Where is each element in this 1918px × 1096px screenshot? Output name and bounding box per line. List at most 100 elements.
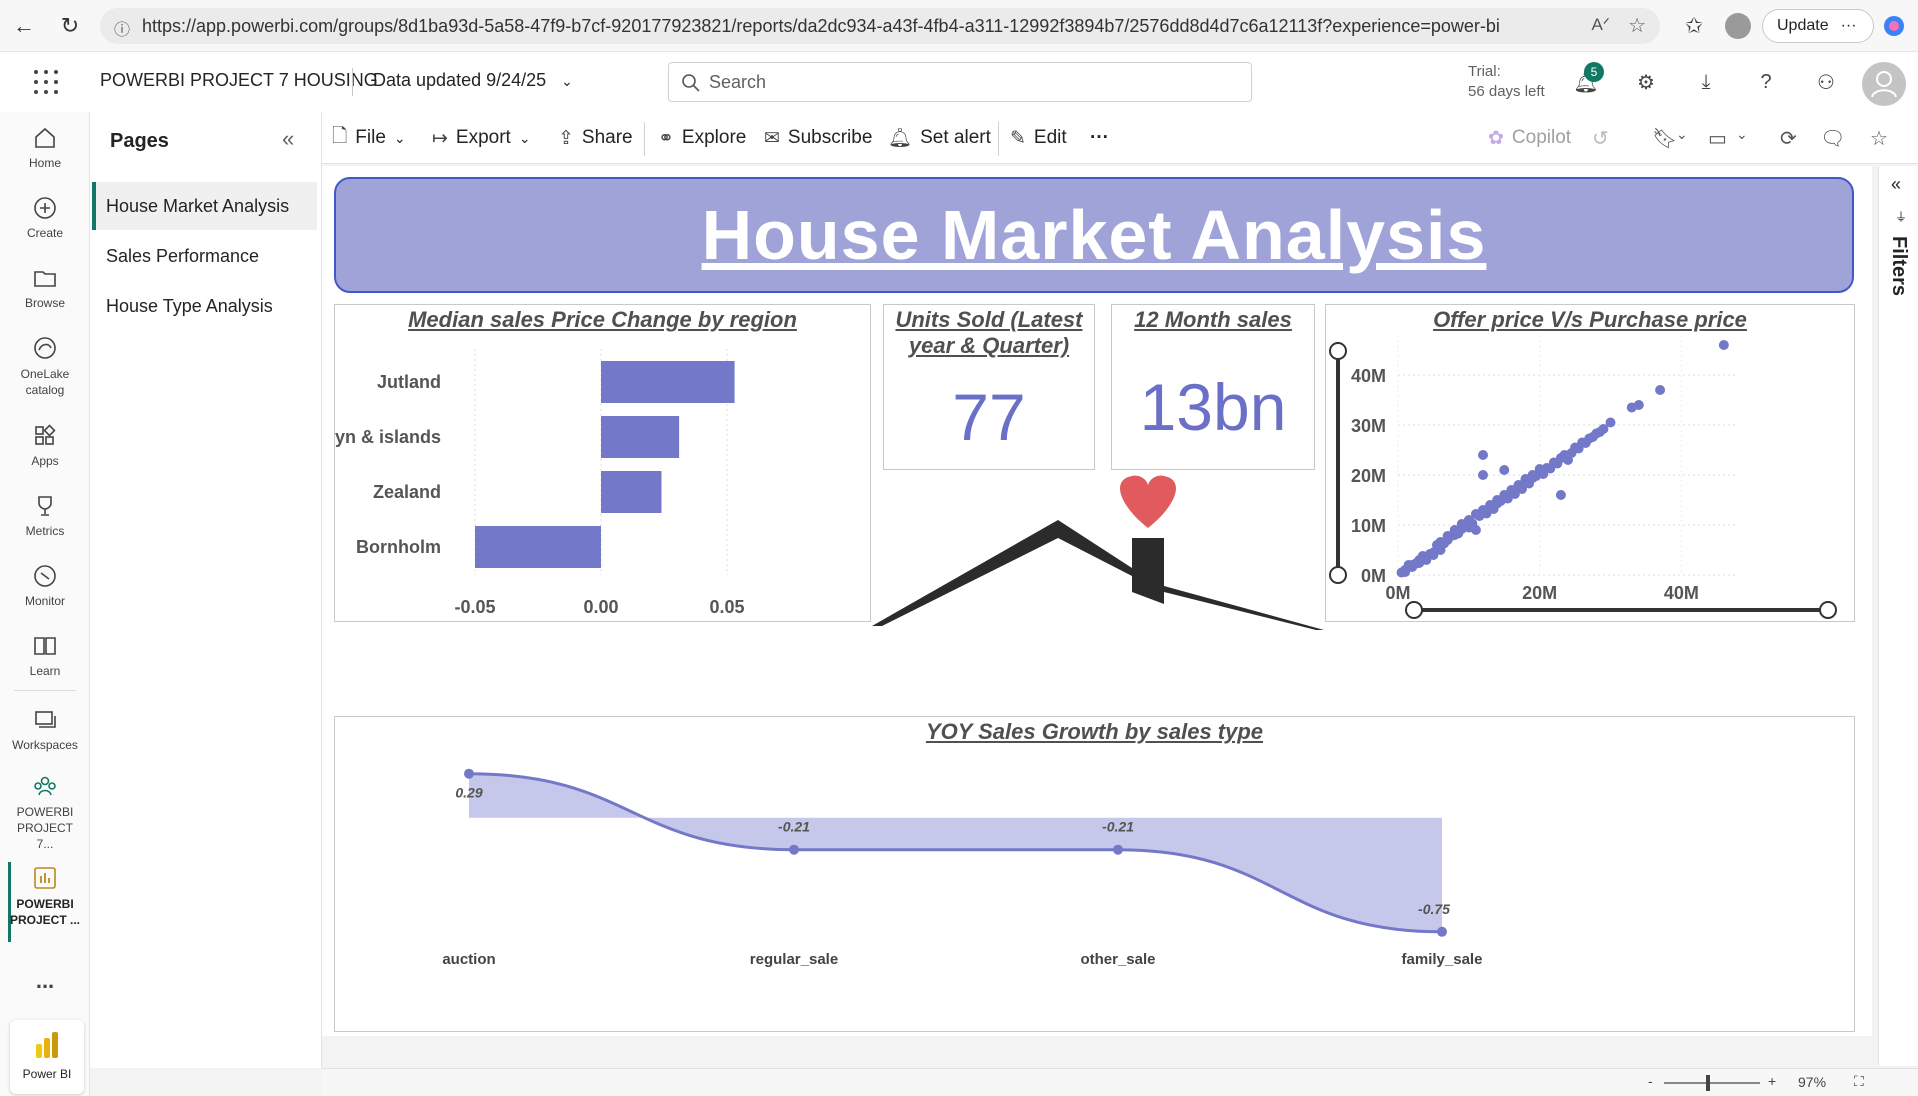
edit-button[interactable]: ✎ Edit [1010,124,1067,152]
nav-monitor[interactable]: Monitor [0,562,90,608]
scatter-y-tick-label: 0M [1361,566,1386,586]
page-house-market-analysis[interactable]: House Market Analysis [92,182,317,230]
zoom-slider[interactable] [1664,1082,1760,1084]
subscribe-button[interactable]: ✉ Subscribe [764,124,872,152]
scatter-x-tick-label: 40M [1664,583,1699,603]
scatter-chart-card[interactable]: Offer price V/s Purchase price 0M 10M 20M 3… [1325,304,1855,622]
trial-label: Trial: [1468,63,1501,80]
subscribe-mail-icon: ✉ [764,127,780,149]
chevron-down-icon[interactable]: ⌄ [1676,126,1688,143]
nav-metrics[interactable]: Metrics [0,492,90,538]
settings-gear-icon[interactable]: ⚙ [1630,66,1662,98]
nav-learn[interactable]: Learn [0,632,90,678]
favorite-icon[interactable]: ☆ [1870,126,1888,151]
app-launcher-icon[interactable] [34,70,58,94]
fit-to-page-icon[interactable]: ⛶ [1854,1073,1864,1090]
apps-icon [35,424,56,445]
rail-more-button[interactable]: ... [0,968,90,994]
help-icon[interactable]: ? [1750,66,1782,98]
area-data-label: -0.21 [778,819,810,835]
page-house-type-analysis[interactable]: House Type Analysis [92,282,317,330]
scatter-point [1478,450,1488,460]
bar-chart-card[interactable]: Median sales Price Change by region -0.0… [334,304,871,622]
report-toolbar: 🗋︎ File ⌄ ↦ Export ⌄ ⇪ Share ⚭ Explore ✉ Subscr… [322,112,1918,164]
share-button[interactable]: ⇪ Share [558,124,633,152]
report-canvas: House Market Analysis Median sales Price… [322,166,1872,1036]
bar-category-label: Zealand [373,482,441,502]
book-icon [34,637,56,655]
explore-button[interactable]: ⚭ Explore [658,124,746,152]
zoom-out-button[interactable]: - [1648,1073,1653,1089]
refresh-icon[interactable]: ↻ [54,10,86,42]
page-sales-performance[interactable]: Sales Performance [92,232,317,280]
copilot-browser-icon[interactable] [1878,10,1910,42]
nav-home[interactable]: Home [0,124,90,170]
nav-onelake-catalog[interactable]: OneLake catalog [0,334,90,398]
nav-apps-label: Apps [31,454,59,468]
browser-update-button[interactable]: Update ··· [1762,9,1874,43]
scatter-point [1626,402,1637,413]
power-bi-switcher[interactable]: Power BI [10,1020,84,1094]
scatter-point [1499,465,1510,475]
nav-monitor-label: Monitor [24,594,65,608]
header-divider [352,68,353,96]
area-chart-card[interactable]: YOY Sales Growth by sales type 0.29 aucti… [334,716,1855,1032]
user-avatar[interactable] [1862,62,1906,106]
binoculars-icon: ⚭ [658,127,674,149]
scatter-x-tick-label: 20M [1522,583,1557,603]
kpi-card-units-sold[interactable]: Units Sold (Latest year & Quarter) 77 [883,304,1095,470]
nav-browse[interactable]: Browse [0,264,90,310]
nav-workspaces[interactable]: Workspaces [0,706,90,752]
nav-report-project[interactable]: POWERBI PROJECT ... [0,864,90,928]
collapse-pages-icon[interactable]: « [282,126,294,152]
bar-x-tick-label: -0.05 [454,597,495,617]
zoom-slider-thumb[interactable] [1706,1075,1710,1091]
search-box[interactable]: Search [668,62,1252,102]
zoom-in-button[interactable]: + [1768,1073,1776,1089]
filters-pane-collapsed[interactable]: « ⏚ Filters [1878,166,1918,1066]
kpi-card-12-month-sales[interactable]: 12 Month sales 13bn [1111,304,1315,470]
copilot-button[interactable]: ✿ Copilot [1488,124,1571,152]
bar-x-tick-label: 0.05 [709,597,744,617]
nav-workspace-project[interactable]: POWERBI PROJECT 7... [0,772,90,852]
download-icon[interactable]: ⤓ [1690,66,1722,98]
url-text[interactable]: https://app.powerbi.com/groups/8d1ba93d-… [142,16,1522,37]
browser-more-icon[interactable]: ··· [1841,17,1857,35]
nav-create[interactable]: Create [0,194,90,240]
area-data-label: -0.75 [1418,901,1450,917]
nav-apps[interactable]: Apps [0,422,90,468]
data-updated-dropdown[interactable]: Data updated 9/24/25 ⌄ [373,70,573,91]
site-info-icon[interactable]: ⓘ [114,16,130,40]
pencil-icon: ✎ [1010,127,1026,149]
export-menu-button[interactable]: ↦ Export ⌄ [432,124,531,152]
set-alert-button[interactable]: 🔔︎ Set alert [888,124,991,152]
address-bar[interactable]: ⓘ https://app.powerbi.com/groups/8d1ba93… [100,8,1660,44]
feedback-icon[interactable]: ⚇ [1810,66,1842,98]
favorites-icon[interactable]: ✩ [1678,10,1710,42]
file-menu-button[interactable]: 🗋︎ File ⌄ [332,124,406,152]
file-icon: 🗋︎ [332,126,348,147]
bar-x-tick-label: 0.00 [583,597,618,617]
back-arrow-icon[interactable]: ← [8,10,40,42]
title-banner: House Market Analysis [334,177,1854,293]
chevron-down-icon: ⌄ [561,73,573,89]
scatter-chart: 0M 10M 20M 30M 40M 0M 20M 40M [1329,335,1837,619]
bookmark-icon[interactable]: 🔖︎ [1652,126,1677,151]
folder-icon [34,271,56,287]
reset-icon[interactable]: ↺ [1592,126,1609,151]
expand-filters-icon[interactable]: « [1891,174,1901,195]
monitor-icon [34,565,56,587]
scatter-point [1655,385,1666,395]
refresh-visuals-icon[interactable]: ⟳ [1780,126,1797,151]
profile-icon[interactable] [1722,10,1754,42]
comment-icon[interactable]: 🗨︎ [1820,126,1845,151]
favorite-star-icon[interactable]: ☆ [1628,13,1646,38]
more-options-button[interactable]: ··· [1090,124,1109,152]
chevron-down-icon[interactable]: ⌄ [1736,126,1748,143]
workspace-title[interactable]: POWERBI PROJECT 7 HOUSING [100,70,378,91]
bar-fyn-islands [601,416,680,458]
read-aloud-icon[interactable]: Aᐟ [1591,15,1610,35]
view-icon[interactable]: ▭ [1708,126,1727,151]
scatter-y-tick-label: 30M [1351,416,1386,436]
y-zoom-handle [1329,342,1347,360]
